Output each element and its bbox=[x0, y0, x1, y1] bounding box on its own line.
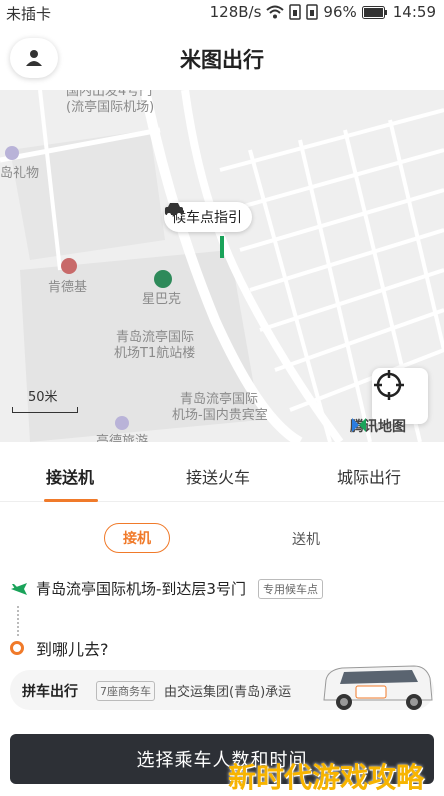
active-tab-indicator bbox=[44, 499, 98, 502]
map-label: 青岛流亭国际 bbox=[116, 330, 195, 345]
map-view[interactable]: 国内出发4号门 (流亭国际机场) 岛礼物 肯德基 星巴克 青岛流亭国际 机场T1… bbox=[0, 90, 444, 442]
sim-icon bbox=[289, 4, 302, 20]
subtab-pickup[interactable]: 接机 bbox=[104, 523, 170, 553]
map-label: 国内出发4号门 bbox=[66, 90, 153, 99]
tab-intercity[interactable]: 城际出行 bbox=[337, 464, 401, 488]
status-bar: 未插卡 128B/s 96% 14:59 bbox=[0, 0, 444, 26]
clock: 14:59 bbox=[392, 3, 436, 21]
route-panel: 青岛流亭国际机场-到达层3号门 专用候车点 到哪儿去? bbox=[0, 564, 444, 668]
service-tabs: 接送机 接送火车 城际出行 bbox=[0, 442, 444, 502]
subtab-dropoff[interactable]: 送机 bbox=[292, 529, 320, 549]
map-label: 机场T1航站楼 bbox=[114, 346, 196, 361]
destination-input[interactable]: 到哪儿去? bbox=[36, 636, 109, 660]
map-label: 星巴克 bbox=[142, 292, 182, 307]
map-label: 岛礼物 bbox=[0, 166, 40, 181]
airplane-icon bbox=[11, 582, 27, 595]
watermark: 新时代游戏攻略 bbox=[228, 761, 425, 794]
map-provider-logo: 腾讯地图 bbox=[350, 416, 406, 436]
page-title: 米图出行 bbox=[180, 48, 264, 72]
battery-percent: 96% bbox=[323, 3, 357, 21]
app-header: 米图出行 bbox=[0, 26, 444, 90]
scale-bar bbox=[12, 407, 78, 413]
origin-label: 青岛流亭国际机场-到达层3号门 bbox=[36, 580, 246, 598]
destination-dot-icon bbox=[10, 641, 24, 655]
map-label: 青岛流亭国际 bbox=[180, 392, 259, 407]
operator-text: 由交运集团(青岛)承运 bbox=[164, 685, 292, 700]
network-speed: 128B/s bbox=[209, 3, 262, 21]
map-label: 肯德基 bbox=[48, 280, 88, 295]
origin-tag: 专用候车点 bbox=[257, 578, 323, 599]
vehicle-tag: 7座商务车 bbox=[96, 681, 155, 701]
pickup-point-guide[interactable]: 候车点指引 bbox=[164, 202, 252, 232]
van-image bbox=[323, 665, 433, 710]
carpool-brand: 拼车出行 bbox=[22, 684, 78, 700]
carrier-label: 未插卡 bbox=[6, 5, 52, 23]
battery-icon bbox=[361, 5, 387, 19]
destination-row[interactable]: 到哪儿去? bbox=[10, 636, 109, 660]
map-label: 高德旅游 bbox=[96, 434, 149, 442]
crosshair-icon bbox=[374, 370, 404, 400]
tab-train[interactable]: 接送火车 bbox=[186, 464, 250, 488]
sim-icon-2 bbox=[306, 4, 319, 20]
scale-label: 50米 bbox=[28, 390, 58, 405]
trip-direction-tabs: 接机 送机 bbox=[0, 503, 444, 563]
map-scale: 50米 bbox=[12, 386, 78, 413]
map-label: (流亭国际机场) bbox=[66, 100, 155, 115]
wifi-icon bbox=[266, 5, 285, 19]
route-connector bbox=[17, 606, 19, 636]
tab-airport[interactable]: 接送机 bbox=[46, 464, 94, 488]
map-label: 机场-国内贵宾室 bbox=[172, 408, 268, 423]
tencent-map-icon bbox=[352, 418, 366, 432]
car-icon bbox=[165, 203, 183, 217]
origin-row[interactable]: 青岛流亭国际机场-到达层3号门 专用候车点 bbox=[10, 578, 323, 599]
